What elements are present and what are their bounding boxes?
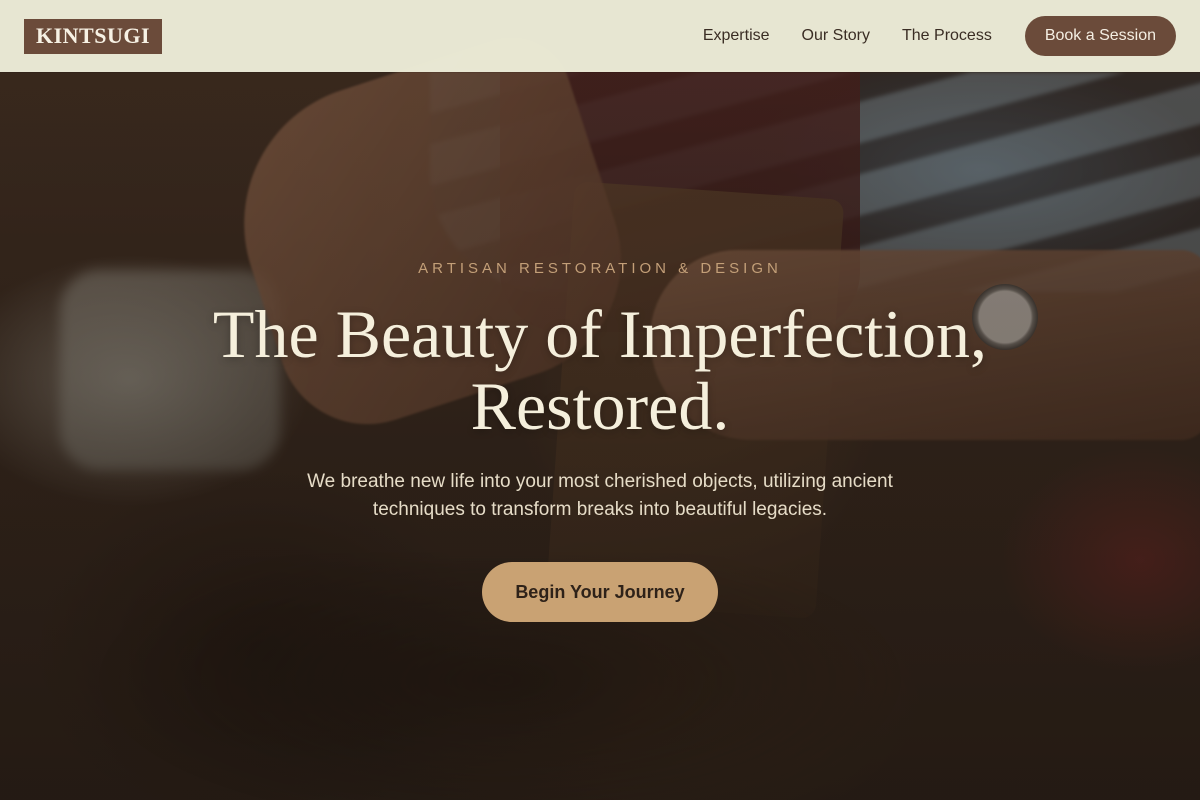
book-session-button[interactable]: Book a Session (1024, 16, 1176, 56)
begin-journey-button[interactable]: Begin Your Journey (482, 562, 718, 622)
headline-line-2: Restored. (470, 368, 730, 444)
nav-link-the-process[interactable]: The Process (902, 27, 992, 45)
nav-link-our-story[interactable]: Our Story (802, 27, 870, 45)
nav-menu: Expertise Our Story The Process Book a S… (703, 16, 1176, 56)
nav-link-expertise[interactable]: Expertise (703, 27, 770, 45)
top-navbar: KINTSUGI Expertise Our Story The Process… (0, 0, 1200, 72)
hero-headline: The Beauty of Imperfection, Restored. (100, 298, 1100, 442)
hero-section: ARTISAN RESTORATION & DESIGN The Beauty … (0, 72, 1200, 800)
hero-subtext: We breathe new life into your most cheri… (307, 471, 893, 520)
headline-line-1: The Beauty of Imperfection, (212, 296, 988, 372)
hero-eyebrow: ARTISAN RESTORATION & DESIGN (418, 260, 782, 277)
brand-logo[interactable]: KINTSUGI (24, 18, 163, 54)
